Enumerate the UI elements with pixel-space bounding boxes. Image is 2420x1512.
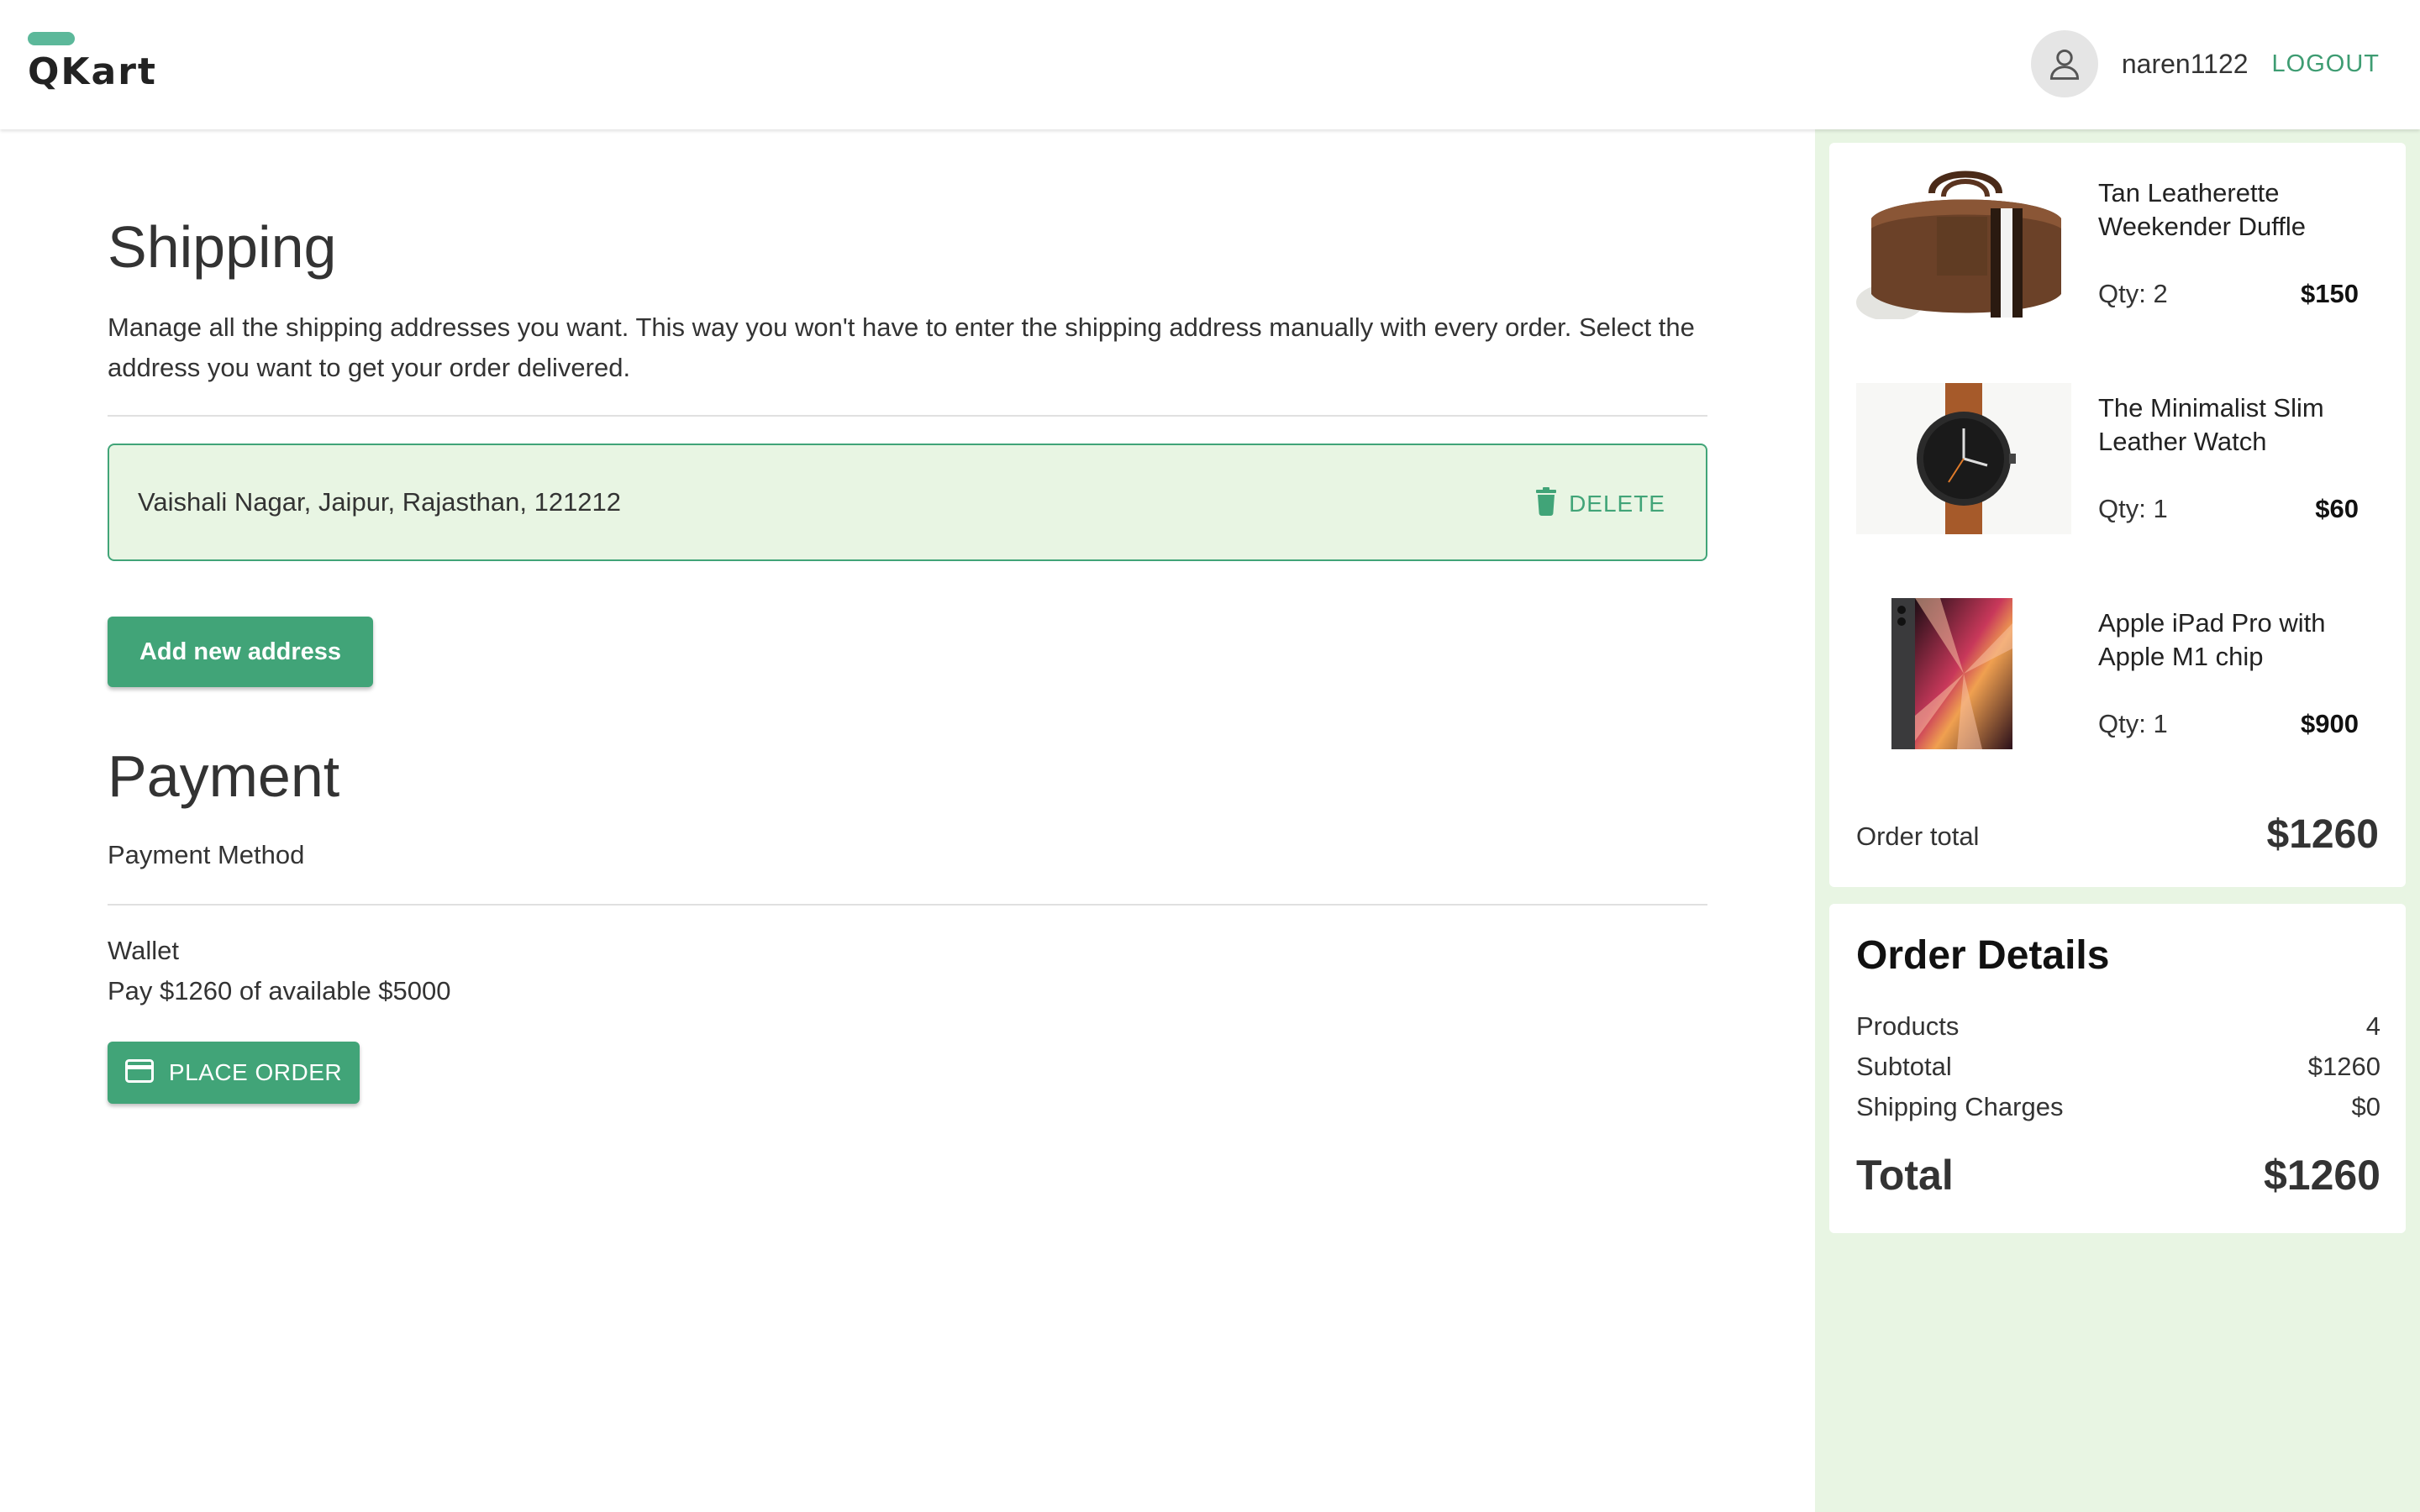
username: naren1122 bbox=[2121, 48, 2249, 79]
shipping-title: Shipping bbox=[108, 214, 337, 280]
cart-item: Tan Leatherette Weekender Duffle Qty: 2 … bbox=[1856, 168, 2394, 336]
cart-item-qty: Qty: 1 bbox=[2098, 709, 2168, 738]
delete-label: DELETE bbox=[1569, 490, 1665, 517]
detail-label: Products bbox=[1856, 1011, 1960, 1041]
cart-item-name: The Minimalist Slim Leather Watch bbox=[2098, 393, 2324, 456]
order-total-row: Total $1260 bbox=[1856, 1151, 2381, 1200]
cart-item-qty: Qty: 2 bbox=[2098, 279, 2168, 308]
wallet-label: Wallet bbox=[108, 936, 179, 965]
checkout-sidebar: Tan Leatherette Weekender Duffle Qty: 2 … bbox=[1815, 129, 2420, 1512]
cart-item-price: $60 bbox=[2315, 494, 2359, 523]
logo-mark bbox=[28, 32, 75, 45]
qkart-logo[interactable]: QKart bbox=[28, 32, 162, 99]
logo-text: QKart bbox=[28, 50, 157, 93]
user-avatar-icon bbox=[2030, 30, 2098, 97]
order-total-label: Order total bbox=[1856, 822, 1980, 851]
divider bbox=[108, 904, 1707, 906]
trash-icon bbox=[1535, 487, 1557, 520]
credit-card-icon bbox=[124, 1058, 154, 1087]
wallet-info: Pay $1260 of available $5000 bbox=[108, 976, 451, 1005]
total-value: $1260 bbox=[2263, 1152, 2381, 1199]
detail-value: 4 bbox=[2365, 1011, 2381, 1041]
cart-item-price: $900 bbox=[2301, 709, 2359, 738]
order-total-value: $1260 bbox=[2266, 812, 2379, 857]
detail-value: $0 bbox=[2351, 1092, 2381, 1121]
product-image-ipad bbox=[1856, 598, 2071, 749]
divider bbox=[108, 415, 1707, 417]
cart-item: The Minimalist Slim Leather Watch Qty: 1… bbox=[1856, 383, 2394, 551]
place-order-button[interactable]: PLACE ORDER bbox=[108, 1042, 360, 1104]
place-order-label: PLACE ORDER bbox=[168, 1059, 343, 1085]
cart-item: Apple iPad Pro with Apple M1 chip Qty: 1… bbox=[1856, 598, 2394, 766]
cart-summary: Tan Leatherette Weekender Duffle Qty: 2 … bbox=[1829, 143, 2406, 887]
order-detail-row-subtotal: Subtotal $1260 bbox=[1856, 1052, 2381, 1082]
add-new-address-button[interactable]: Add new address bbox=[108, 617, 373, 687]
address-text: Vaishali Nagar, Jaipur, Rajasthan, 12121… bbox=[138, 487, 622, 517]
delete-address-button[interactable]: DELETE bbox=[1535, 487, 1665, 520]
address-card[interactable]: Vaishali Nagar, Jaipur, Rajasthan, 12121… bbox=[108, 444, 1707, 561]
app-header: QKart naren1122 LOGOUT bbox=[0, 0, 2420, 129]
logout-button[interactable]: LOGOUT bbox=[2272, 50, 2380, 78]
order-details-title: Order Details bbox=[1856, 933, 2110, 978]
product-image-watch bbox=[1856, 383, 2071, 534]
cart-item-name: Tan Leatherette Weekender Duffle bbox=[2098, 178, 2307, 241]
total-label: Total bbox=[1856, 1152, 1954, 1199]
order-details-card: Order Details Products 4 Subtotal $1260 … bbox=[1829, 904, 2406, 1233]
user-menu: naren1122 LOGOUT bbox=[2030, 30, 2380, 97]
product-image-duffle-bag bbox=[1856, 168, 2071, 319]
detail-label: Shipping Charges bbox=[1856, 1092, 2064, 1121]
cart-item-price: $150 bbox=[2301, 279, 2359, 308]
order-detail-row-shipping: Shipping Charges $0 bbox=[1856, 1092, 2381, 1122]
cart-item-qty: Qty: 1 bbox=[2098, 494, 2168, 523]
cart-item-name: Apple iPad Pro with Apple M1 chip bbox=[2098, 608, 2326, 671]
order-detail-row-products: Products 4 bbox=[1856, 1011, 2381, 1042]
payment-title: Payment bbox=[108, 743, 340, 809]
payment-method-label: Payment Method bbox=[108, 840, 305, 869]
detail-value: $1260 bbox=[2307, 1052, 2381, 1081]
shipping-description: Manage all the shipping addresses you wa… bbox=[108, 312, 1695, 382]
detail-label: Subtotal bbox=[1856, 1052, 1952, 1081]
